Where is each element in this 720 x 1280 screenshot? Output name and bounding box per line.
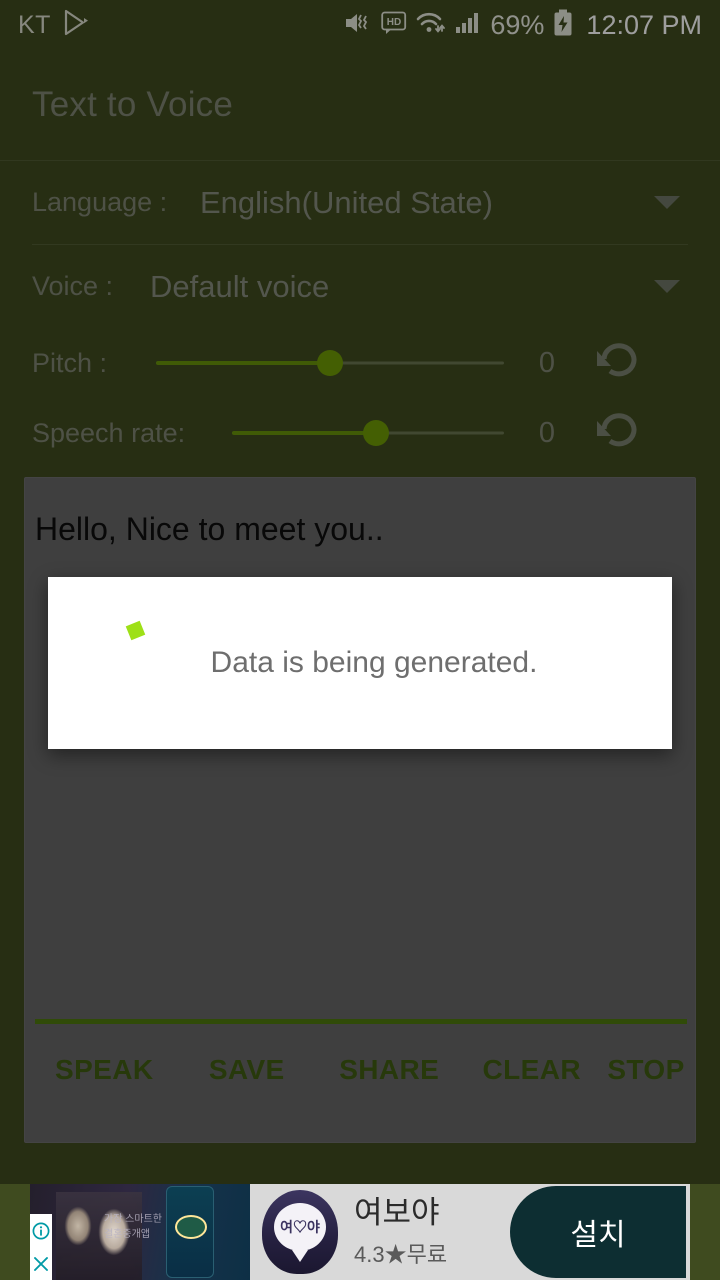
progress-dialog: Data is being generated. bbox=[48, 577, 672, 749]
chevron-down-icon[interactable] bbox=[654, 196, 680, 209]
ad-media-headline-line2: 결혼중개앱 bbox=[104, 1229, 150, 1240]
speech-rate-reset-button[interactable] bbox=[590, 411, 646, 456]
pitch-reset-button[interactable] bbox=[590, 341, 646, 386]
pitch-row: Pitch : 0 bbox=[0, 328, 720, 398]
speech-rate-slider[interactable] bbox=[232, 418, 504, 448]
pitch-label: Pitch : bbox=[32, 347, 108, 378]
svg-text:HD: HD bbox=[387, 17, 401, 28]
pitch-slider-fill bbox=[156, 361, 330, 365]
speak-button[interactable]: SPEAK bbox=[33, 1052, 176, 1087]
speech-rate-value: 0 bbox=[538, 416, 556, 449]
chevron-down-icon[interactable] bbox=[654, 280, 680, 293]
pitch-slider-thumb[interactable] bbox=[317, 350, 343, 376]
language-value: English(United State) bbox=[200, 184, 493, 220]
ad-banner-inner[interactable]: 가장 스마트한 결혼중개앱 여♡야 여보야 4.3★무료 설치 bbox=[30, 1184, 690, 1280]
save-button[interactable]: SAVE bbox=[176, 1052, 319, 1087]
speech-rate-slider-fill bbox=[232, 431, 377, 435]
play-store-icon bbox=[63, 9, 89, 42]
ad-media-headline: 가장 스마트한 결혼중개앱 bbox=[104, 1212, 166, 1242]
ad-media-phone-logo bbox=[175, 1215, 207, 1239]
ad-app-icon-glyph: 여♡야 bbox=[274, 1203, 326, 1251]
battery-percent-label: 69% bbox=[490, 9, 545, 40]
clear-button[interactable]: CLEAR bbox=[461, 1052, 604, 1087]
carrier-label: KT bbox=[18, 10, 51, 39]
voice-row[interactable]: Voice : Default voice bbox=[0, 245, 720, 328]
action-button-row: SPEAK SAVE SHARE CLEAR STOP bbox=[25, 1030, 697, 1140]
undo-icon bbox=[594, 411, 642, 456]
ad-text-column: 여보야 4.3★무료 bbox=[350, 1184, 510, 1280]
share-button[interactable]: SHARE bbox=[318, 1052, 461, 1087]
ad-info-icon[interactable] bbox=[32, 1222, 50, 1240]
pitch-value: 0 bbox=[538, 346, 556, 379]
ad-banner[interactable]: 가장 스마트한 결혼중개앱 여♡야 여보야 4.3★무료 설치 bbox=[0, 1184, 720, 1280]
speech-rate-row: Speech rate: 0 bbox=[0, 398, 720, 468]
battery-charging-icon bbox=[553, 9, 573, 42]
app-header: Text to Voice bbox=[0, 50, 720, 160]
page-title: Text to Voice bbox=[32, 85, 234, 124]
volume-mute-vibrate-icon bbox=[344, 10, 372, 41]
voice-label: Voice : bbox=[32, 271, 114, 301]
status-bar-left: KT bbox=[18, 9, 89, 42]
speech-rate-slider-thumb[interactable] bbox=[363, 420, 390, 446]
progress-dialog-message: Data is being generated. bbox=[210, 646, 538, 679]
stop-button[interactable]: STOP bbox=[603, 1052, 689, 1087]
voice-value: Default voice bbox=[150, 268, 330, 304]
ad-install-button[interactable]: 설치 bbox=[510, 1186, 686, 1278]
ad-app-rating: 4.3★무료 bbox=[354, 1241, 448, 1267]
status-bar: KT HD 69% 12:07 PM bbox=[0, 0, 720, 50]
language-label: Language : bbox=[32, 187, 168, 217]
wifi-icon bbox=[416, 10, 446, 41]
ad-app-icon-tail bbox=[292, 1250, 308, 1262]
speech-rate-label: Speech rate: bbox=[32, 417, 186, 448]
ad-media: 가장 스마트한 결혼중개앱 bbox=[30, 1184, 250, 1280]
hd-call-icon: HD bbox=[381, 10, 407, 41]
ad-cta-wrap: 설치 bbox=[510, 1184, 690, 1280]
status-bar-right: HD 69% 12:07 PM bbox=[344, 9, 702, 42]
ad-app-name: 여보야 bbox=[354, 1195, 440, 1231]
yeoboya-app-icon: 여♡야 bbox=[262, 1190, 338, 1274]
ad-media-headline-line1: 가장 스마트한 bbox=[104, 1214, 162, 1225]
cellular-signal-icon bbox=[455, 10, 481, 41]
ad-media-phone bbox=[166, 1186, 214, 1278]
pitch-slider[interactable] bbox=[156, 348, 504, 378]
ad-close-icon[interactable] bbox=[32, 1255, 50, 1273]
ad-badge[interactable] bbox=[30, 1214, 52, 1280]
clock-label: 12:07 PM bbox=[586, 9, 702, 40]
phone-screen: KT HD 69% 12:07 PM Text to Voice Languag… bbox=[0, 0, 720, 1280]
language-row[interactable]: Language : English(United State) bbox=[0, 161, 720, 244]
settings-panel: Language : English(United State) Voice :… bbox=[0, 161, 720, 472]
actions-divider bbox=[35, 1019, 687, 1024]
ad-app-icon-wrap: 여♡야 bbox=[250, 1184, 350, 1280]
undo-icon bbox=[594, 341, 642, 386]
